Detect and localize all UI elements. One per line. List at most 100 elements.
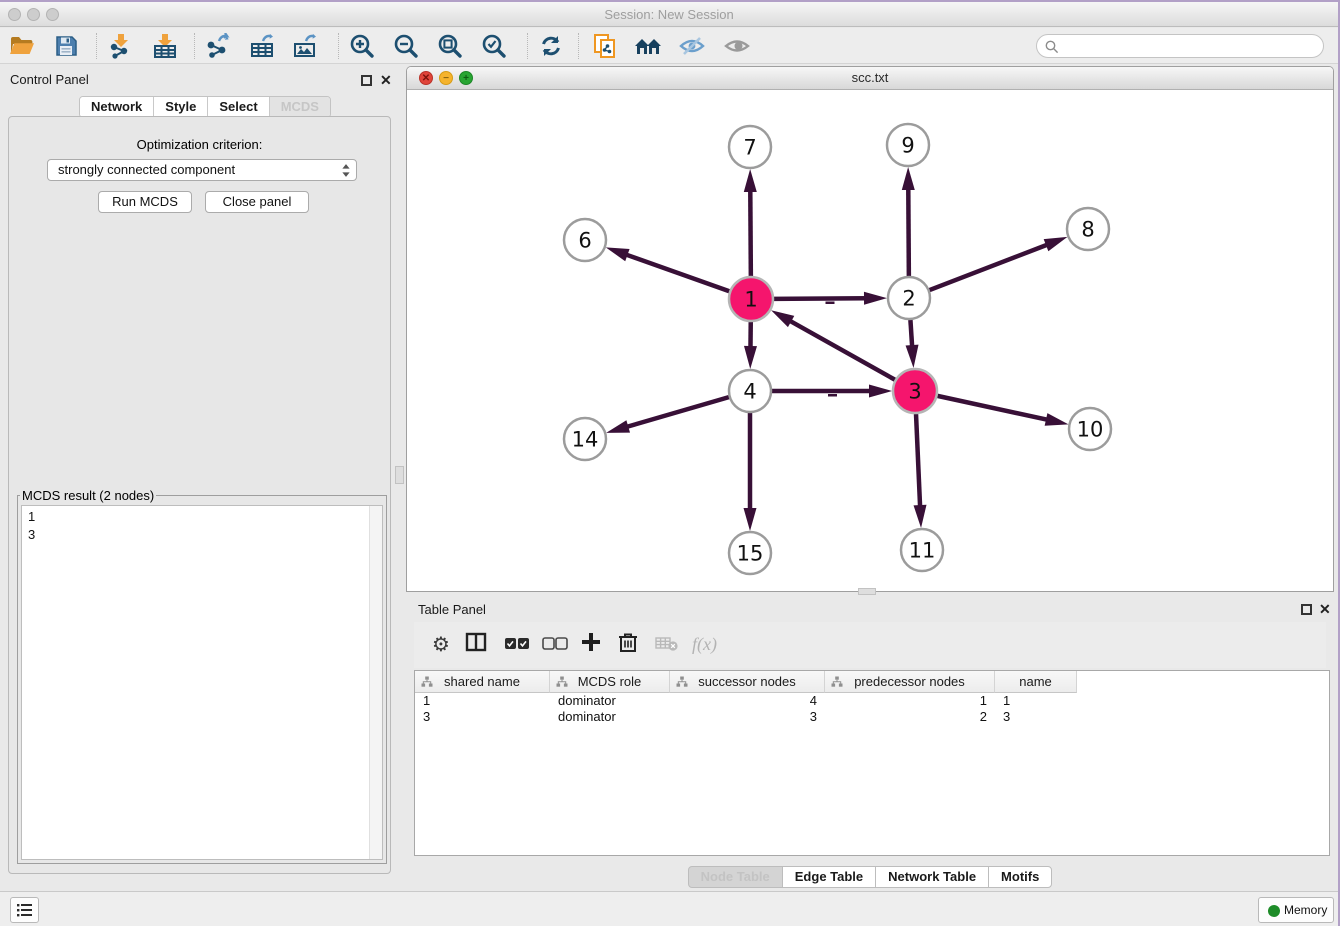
mcds-result-list[interactable]: 1 3 (21, 505, 383, 860)
network-close-button[interactable]: ✕ (419, 71, 433, 85)
memory-label: Memory (1284, 903, 1327, 917)
column-header-shared-name[interactable]: shared name (415, 671, 550, 693)
import-table-button[interactable] (151, 32, 179, 60)
memory-button[interactable]: Memory (1258, 897, 1334, 923)
table-tab-motifs[interactable]: Motifs (988, 866, 1052, 888)
delete-column-button[interactable] (618, 631, 646, 659)
graph-node-label: 10 (1077, 417, 1104, 441)
table-cell[interactable]: dominator (550, 693, 670, 709)
mcds-result-title: MCDS result (2 nodes) (20, 488, 156, 503)
table-cell[interactable]: 1 (415, 693, 550, 709)
import-network-button[interactable] (107, 32, 135, 60)
graph-node-label: 3 (908, 379, 921, 403)
network-minimize-button[interactable]: − (439, 71, 453, 85)
birds-eye-view-button[interactable] (723, 32, 751, 60)
mcds-result-group: MCDS result (2 nodes) 1 3 (17, 488, 387, 864)
create-column-button[interactable] (580, 631, 608, 659)
close-mcds-button[interactable]: Close panel (205, 191, 309, 213)
unselect-all-columns-button[interactable] (542, 631, 570, 659)
toolbar-separator (527, 33, 528, 59)
control-tab-network[interactable]: Network (80, 97, 154, 117)
column-header-predecessor-nodes[interactable]: predecessor nodes (825, 671, 995, 693)
zoom-in-button[interactable] (348, 32, 376, 60)
close-panel-icon[interactable]: ✕ (380, 72, 392, 88)
network-maximize-button[interactable]: + (459, 71, 473, 85)
zoom-fit-button[interactable] (436, 32, 464, 60)
table-close-icon[interactable]: ✕ (1319, 601, 1331, 617)
table-tab-network-table[interactable]: Network Table (875, 866, 989, 888)
titlebar[interactable]: Session: New Session (0, 2, 1338, 27)
control-tab-select[interactable]: Select (208, 97, 269, 117)
table-row[interactable]: 1dominator411 (415, 693, 1077, 709)
main-toolbar (0, 28, 1338, 64)
zoom-out-button[interactable] (392, 32, 420, 60)
toolbar-separator (194, 33, 195, 59)
table-tab-node-table[interactable]: Node Table (688, 866, 783, 888)
export-network-button[interactable] (204, 32, 232, 60)
graph-node-label: 14 (572, 427, 599, 451)
criterion-value: strongly connected component (58, 162, 235, 177)
zoom-selected-button[interactable] (480, 32, 508, 60)
criterion-select[interactable]: strongly connected component (47, 159, 357, 181)
control-panel-title: Control Panel (10, 72, 89, 87)
app-window: Session: New Session (0, 2, 1338, 926)
optimization-criterion-label: Optimization criterion: (9, 137, 390, 152)
table-cell[interactable]: 3 (670, 709, 825, 725)
node-table: shared nameMCDS rolesuccessor nodesprede… (414, 670, 1330, 856)
graph-node-label: 4 (743, 379, 756, 403)
table-row[interactable]: 3dominator323 (415, 709, 1077, 725)
column-header-successor-nodes[interactable]: successor nodes (670, 671, 825, 693)
table-float-icon[interactable] (1301, 604, 1312, 615)
select-all-columns-button[interactable] (504, 631, 532, 659)
column-header-name[interactable]: name (995, 671, 1077, 693)
show-columns-button[interactable] (465, 631, 493, 659)
float-panel-icon[interactable] (361, 75, 372, 86)
control-panel: Control Panel ✕ NetworkStyleSelectMCDS O… (6, 66, 393, 884)
table-cell[interactable]: 4 (670, 693, 825, 709)
refresh-button[interactable] (537, 32, 565, 60)
window-title: Session: New Session (0, 2, 1338, 27)
toolbar-separator (578, 33, 579, 59)
open-session-button[interactable] (8, 32, 36, 60)
table-cell[interactable]: 1 (825, 693, 995, 709)
list-icon (17, 903, 33, 917)
search-input[interactable] (1036, 34, 1324, 58)
window-zoom-button[interactable] (46, 8, 59, 21)
column-header-MCDS-role[interactable]: MCDS role (550, 671, 670, 693)
window-close-button[interactable] (8, 8, 21, 21)
delete-table-button[interactable] (655, 631, 683, 659)
network-window-titlebar[interactable]: ✕ − + scc.txt (407, 67, 1333, 90)
control-tab-mcds[interactable]: MCDS (270, 97, 330, 117)
toolbar-separator (338, 33, 339, 59)
graph-node-label: 8 (1081, 217, 1094, 241)
save-session-button[interactable] (52, 32, 80, 60)
table-cell[interactable]: 1 (995, 693, 1077, 709)
task-history-button[interactable] (10, 897, 39, 923)
function-builder-button[interactable]: f(x) (692, 631, 732, 659)
table-panel-title: Table Panel (418, 602, 486, 617)
table-cell[interactable]: 3 (995, 709, 1077, 725)
network-window-title: scc.txt (407, 67, 1333, 89)
table-cell[interactable]: 3 (415, 709, 550, 725)
control-tab-style[interactable]: Style (154, 97, 208, 117)
vertical-splitter-grip[interactable] (395, 466, 404, 484)
table-cell[interactable]: dominator (550, 709, 670, 725)
network-canvas[interactable]: 7968124314101511 (407, 90, 1333, 592)
graph-node-label: 1 (744, 287, 757, 311)
hide-graphics-details-button[interactable] (678, 32, 706, 60)
result-scrollbar[interactable] (369, 506, 382, 859)
table-cell[interactable]: 2 (825, 709, 995, 725)
window-minimize-button[interactable] (27, 8, 40, 21)
memory-status-icon (1268, 905, 1280, 917)
table-tab-edge-table[interactable]: Edge Table (782, 866, 876, 888)
export-image-button[interactable] (291, 32, 319, 60)
table-toolbar: ⚙ f(x) (414, 622, 1326, 668)
clone-network-button[interactable] (591, 32, 619, 60)
export-table-button[interactable] (248, 32, 276, 60)
graph-node-label: 6 (578, 228, 591, 252)
graph-node-label: 7 (743, 135, 756, 159)
run-mcds-button[interactable]: Run MCDS (98, 191, 192, 213)
toolbar-separator (96, 33, 97, 59)
table-settings-button[interactable]: ⚙ (427, 631, 455, 659)
home-layout-button[interactable] (634, 32, 662, 60)
